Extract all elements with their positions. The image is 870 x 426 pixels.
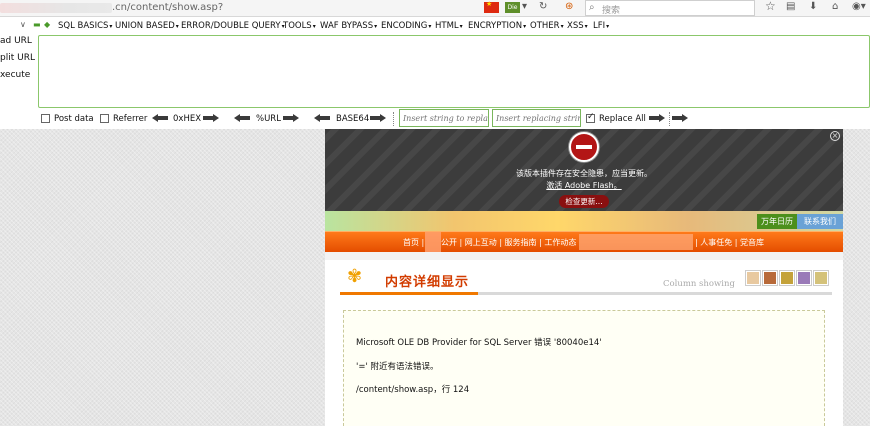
error-line: /content/show.asp，行 124 [356, 385, 470, 395]
menu-sql-basics[interactable]: SQL BASICS [58, 21, 112, 31]
thumbnail-image[interactable] [797, 271, 811, 285]
contact-link[interactable]: 联系我们 [797, 214, 843, 229]
hex-label: 0xHEX [173, 114, 202, 124]
site-nav-bar: 首页 | 公开 | 网上互动 | 服务指南 | 工作动态 | 人事任免 | 党音… [325, 231, 843, 252]
menu-xss[interactable]: XSS [567, 21, 588, 31]
nav-redacted [579, 234, 693, 250]
thumbnail-image[interactable] [746, 271, 760, 285]
url-decode-arrow-icon[interactable] [234, 114, 250, 122]
menu-union-based[interactable]: UNION BASED [115, 21, 179, 31]
flower-icon: ✾ [347, 266, 363, 287]
split-url-button[interactable]: plit URL [0, 53, 38, 70]
header-divider [340, 292, 832, 295]
thumbnail-image[interactable] [780, 271, 794, 285]
thumbnail-image[interactable] [763, 271, 777, 285]
content-subtitle: Column showing [663, 279, 735, 289]
download-icon[interactable]: ⬇ [809, 1, 817, 12]
address-bar[interactable]: .cn/content/show.asp? [0, 0, 480, 16]
replace-string-input[interactable] [400, 110, 488, 126]
profile-icon[interactable]: ◉▾ [852, 1, 866, 12]
browser-toolbar: .cn/content/show.asp? Die ▾ ↻ ⊛ ⌕ 搜索 ☆ ▤… [0, 0, 870, 17]
extension-icon[interactable]: ⊛ [565, 1, 573, 12]
url-redacted [0, 3, 112, 13]
nav-links-right[interactable]: | 人事任免 | 党音库 [695, 237, 764, 248]
separator [669, 112, 670, 126]
china-flag-icon[interactable] [484, 0, 499, 13]
url-text: .cn/content/show.asp? [112, 2, 224, 13]
chevron-down-icon[interactable]: ∨ [20, 20, 26, 29]
menu-waf-bypass[interactable]: WAF BYPASS [320, 21, 377, 31]
site-top-links: 万年日历 联系我们 [757, 214, 843, 229]
menu-error-double-query[interactable]: ERROR/DOUBLE QUERY [181, 21, 285, 31]
url-label: %URL [256, 114, 281, 124]
home-icon[interactable]: ⌂ [832, 1, 838, 12]
nav-redacted [425, 232, 441, 252]
replacing-string-field[interactable] [492, 109, 581, 127]
close-icon[interactable]: × [830, 131, 840, 141]
content-title: 内容详细显示 [385, 275, 470, 290]
activate-flash-link[interactable]: 激活 Adobe Flash。 [325, 180, 843, 191]
load-url-button[interactable]: ad URL [0, 36, 38, 53]
hackbar-side-buttons: ad URL plit URL xecute [0, 36, 38, 87]
search-placeholder: 搜索 [602, 6, 621, 16]
thumbnail-image[interactable] [814, 271, 828, 285]
chevron-down-icon[interactable]: ▾ [522, 1, 527, 12]
error-line: Microsoft OLE DB Provider for SQL Server… [356, 338, 602, 348]
reload-icon[interactable]: ↻ [539, 1, 547, 12]
base64-label: BASE64 [336, 114, 370, 124]
base64-decode-arrow-icon[interactable] [314, 114, 330, 122]
search-icon: ⌕ [589, 2, 595, 13]
check-update-button[interactable]: 检查更新... [559, 195, 609, 208]
separator [393, 112, 394, 126]
execute-button[interactable]: xecute [0, 70, 38, 87]
flash-warning-text: 该版本插件存在安全隐患，应当更新。 [516, 169, 652, 178]
replace-all-checkbox[interactable] [586, 112, 595, 123]
hex-decode-arrow-icon[interactable] [152, 114, 168, 122]
search-input[interactable]: ⌕ 搜索 [585, 0, 755, 16]
calendar-link[interactable]: 万年日历 [757, 214, 797, 229]
menu-tools[interactable]: TOOLS [283, 21, 316, 31]
replace-all-label: Replace All [599, 114, 646, 124]
bookmark-star-icon[interactable]: ☆ [765, 0, 776, 13]
hackbar-options: Post data Referrer 0xHEX %URL BASE64 Rep… [0, 109, 870, 129]
menu-encryption[interactable]: ENCRYPTION [468, 21, 526, 31]
post-data-label: Post data [54, 114, 94, 124]
menu-html[interactable]: HTML [435, 21, 463, 31]
menu-lfi[interactable]: LFI [593, 21, 609, 31]
hackbar-menu: ∨ ▬ ◆ SQL BASICS UNION BASED ERROR/DOUBL… [0, 18, 870, 34]
referrer-label: Referrer [113, 114, 148, 124]
menu-other[interactable]: OTHER [530, 21, 564, 31]
hex-encode-arrow-icon[interactable] [203, 114, 219, 122]
flash-blocked-overlay: × 该版本插件存在安全隐患，应当更新。 激活 Adobe Flash。 检查更新… [325, 129, 843, 211]
replace-arrow-icon[interactable] [649, 114, 665, 122]
blocked-plugin-icon [569, 132, 599, 162]
url-encode-arrow-icon[interactable] [283, 114, 299, 122]
menu-encoding[interactable]: ENCODING [381, 21, 431, 31]
base64-encode-arrow-icon[interactable] [370, 114, 386, 122]
replace-next-arrow-icon[interactable] [672, 114, 688, 122]
nav-links-middle[interactable]: 公开 | 网上互动 | 服务指南 | 工作动态 [441, 237, 576, 248]
content-header: ✾ 内容详细显示 Column showing [340, 266, 832, 296]
referrer-checkbox[interactable] [100, 114, 109, 123]
replace-string-field[interactable] [399, 109, 489, 127]
bookmarks-list-icon[interactable]: ▤ [786, 1, 795, 12]
load-url-icon[interactable]: ▬ [33, 20, 41, 29]
post-data-checkbox[interactable] [41, 114, 50, 123]
replacing-string-input[interactable] [493, 110, 580, 126]
hackbar-url-textarea[interactable] [38, 35, 870, 108]
error-line: '=' 附近有语法错误。 [356, 362, 439, 372]
settings-icon[interactable]: ◆ [44, 20, 50, 29]
nav-home-link[interactable]: 首页 | [403, 237, 424, 248]
error-message-box: Microsoft OLE DB Provider for SQL Server… [343, 310, 825, 426]
site-subbar [325, 252, 843, 260]
addon-icon[interactable]: Die [505, 2, 520, 13]
